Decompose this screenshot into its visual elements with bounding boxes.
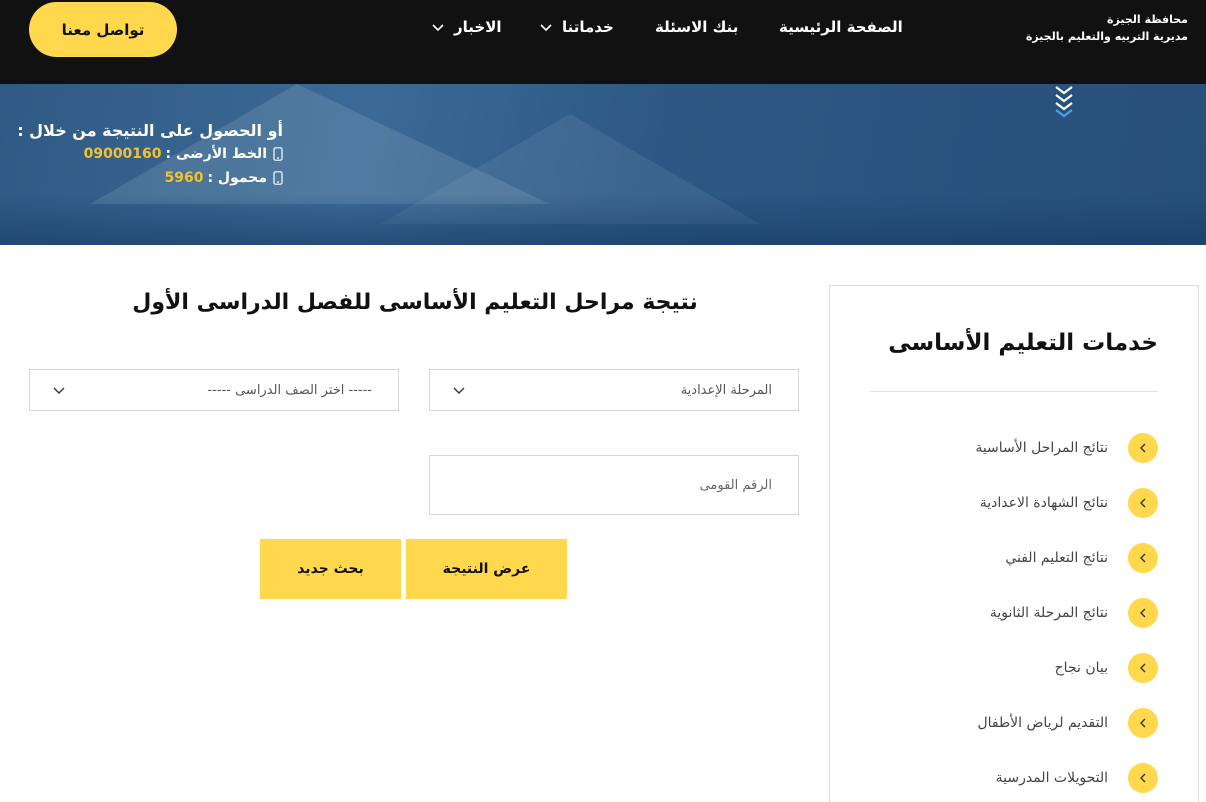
mobile-row: محمول : 5960 bbox=[0, 166, 283, 190]
sidebar-divider bbox=[870, 391, 1158, 392]
national-id-input[interactable] bbox=[429, 455, 799, 515]
sidebar-item-label: نتائج المرحلة الثانوية bbox=[989, 605, 1108, 621]
nav-services-label: خدماتنا bbox=[562, 18, 614, 36]
grade-select[interactable]: ----- اختر الصف الدراسى ----- bbox=[29, 369, 399, 411]
nav-news-label: الاخبار bbox=[454, 18, 502, 36]
nav-home[interactable]: الصفحة الرئيسية bbox=[779, 18, 903, 36]
chevron-left-icon bbox=[1128, 488, 1158, 518]
nav-question-bank[interactable]: بنك الاسئلة bbox=[655, 18, 738, 36]
mobile-number[interactable]: 5960 bbox=[164, 166, 203, 190]
scroll-down-icon[interactable] bbox=[1053, 84, 1075, 118]
phone-icon bbox=[273, 147, 283, 161]
stage-select-value: المرحلة الإعدادية bbox=[680, 382, 772, 398]
sidebar-item-technical-education-results[interactable]: نتائج التعليم الفني bbox=[1005, 541, 1158, 575]
contact-us-button[interactable]: تواصل معنا bbox=[29, 2, 177, 57]
chevron-left-icon bbox=[1128, 433, 1158, 463]
mobile-icon bbox=[273, 171, 283, 185]
nav-services[interactable]: خدماتنا bbox=[538, 18, 614, 36]
sidebar-item-label: التحويلات المدرسية bbox=[995, 770, 1108, 786]
sidebar-item-school-transfers[interactable]: التحويلات المدرسية bbox=[996, 761, 1158, 795]
top-navbar: محافظة الجيزة مديرية التربيه والتعليم با… bbox=[0, 0, 1206, 84]
sidebar-item-label: بيان نجاح bbox=[1054, 660, 1108, 676]
brand-logo[interactable]: محافظة الجيزة مديرية التربيه والتعليم با… bbox=[1026, 11, 1188, 45]
nav-news[interactable]: الاخبار bbox=[430, 18, 502, 36]
sidebar-item-label: التقديم لرياض الأطفال bbox=[977, 715, 1108, 731]
sidebar-title: خدمات التعليم الأساسى bbox=[888, 330, 1158, 356]
stage-select[interactable]: المرحلة الإعدادية bbox=[429, 369, 799, 411]
new-search-button[interactable]: بحث جديد bbox=[260, 539, 401, 599]
brand-governorate: محافظة الجيزة bbox=[1107, 13, 1188, 26]
services-sidebar: خدمات التعليم الأساسى نتائج المراحل الأس… bbox=[829, 285, 1199, 802]
nav-home-label: الصفحة الرئيسية bbox=[779, 18, 903, 36]
sidebar-item-success-statement[interactable]: بيان نجاح bbox=[1055, 651, 1158, 685]
chevron-left-icon bbox=[1128, 543, 1158, 573]
contact-info-lead: أو الحصول على النتيجة من خلال : bbox=[17, 121, 283, 140]
chevron-left-icon bbox=[1128, 708, 1158, 738]
landline-label: الخط الأرضى : bbox=[165, 146, 267, 162]
sidebar-item-label: نتائج الشهادة الاعدادية bbox=[979, 495, 1108, 511]
sidebar-item-secondary-stage-results[interactable]: نتائج المرحلة الثانوية bbox=[990, 596, 1158, 630]
hero-banner: أو الحصول على النتيجة من خلال : الخط الأ… bbox=[0, 84, 1206, 245]
chevron-down-icon bbox=[453, 387, 465, 394]
sidebar-item-prep-certificate-results[interactable]: نتائج الشهادة الاعدادية bbox=[980, 486, 1158, 520]
sidebar-item-basic-stage-results[interactable]: نتائج المراحل الأساسية bbox=[975, 431, 1158, 465]
nav-question-bank-label: بنك الاسئلة bbox=[655, 18, 739, 36]
landline-row: الخط الأرضى : 09000160 bbox=[0, 142, 283, 166]
sidebar-item-label: نتائج التعليم الفني bbox=[1005, 550, 1108, 566]
chevron-down-icon bbox=[540, 24, 552, 32]
banner-ground bbox=[0, 194, 1206, 245]
sidebar-item-label: نتائج المراحل الأساسية bbox=[975, 440, 1108, 456]
sidebar-item-kindergarten-application[interactable]: التقديم لرياض الأطفال bbox=[977, 706, 1158, 740]
grade-select-value: ----- اختر الصف الدراسى ----- bbox=[207, 382, 373, 398]
chevron-left-icon bbox=[1128, 763, 1158, 793]
result-contact-info: أو الحصول على النتيجة من خلال : الخط الأ… bbox=[0, 120, 283, 190]
chevron-down-icon bbox=[53, 387, 65, 394]
chevron-left-icon bbox=[1128, 653, 1158, 683]
chevron-left-icon bbox=[1128, 598, 1158, 628]
brand-directorate: مديرية التربيه والتعليم بالجيزة bbox=[1025, 30, 1188, 43]
page-title: نتيجة مراحل التعليم الأساسى للفصل الدراس… bbox=[132, 290, 698, 315]
chevron-down-icon bbox=[432, 24, 444, 32]
mobile-label: محمول : bbox=[207, 170, 267, 186]
landline-number[interactable]: 09000160 bbox=[84, 142, 162, 166]
show-result-button[interactable]: عرض النتيجة bbox=[406, 539, 567, 599]
